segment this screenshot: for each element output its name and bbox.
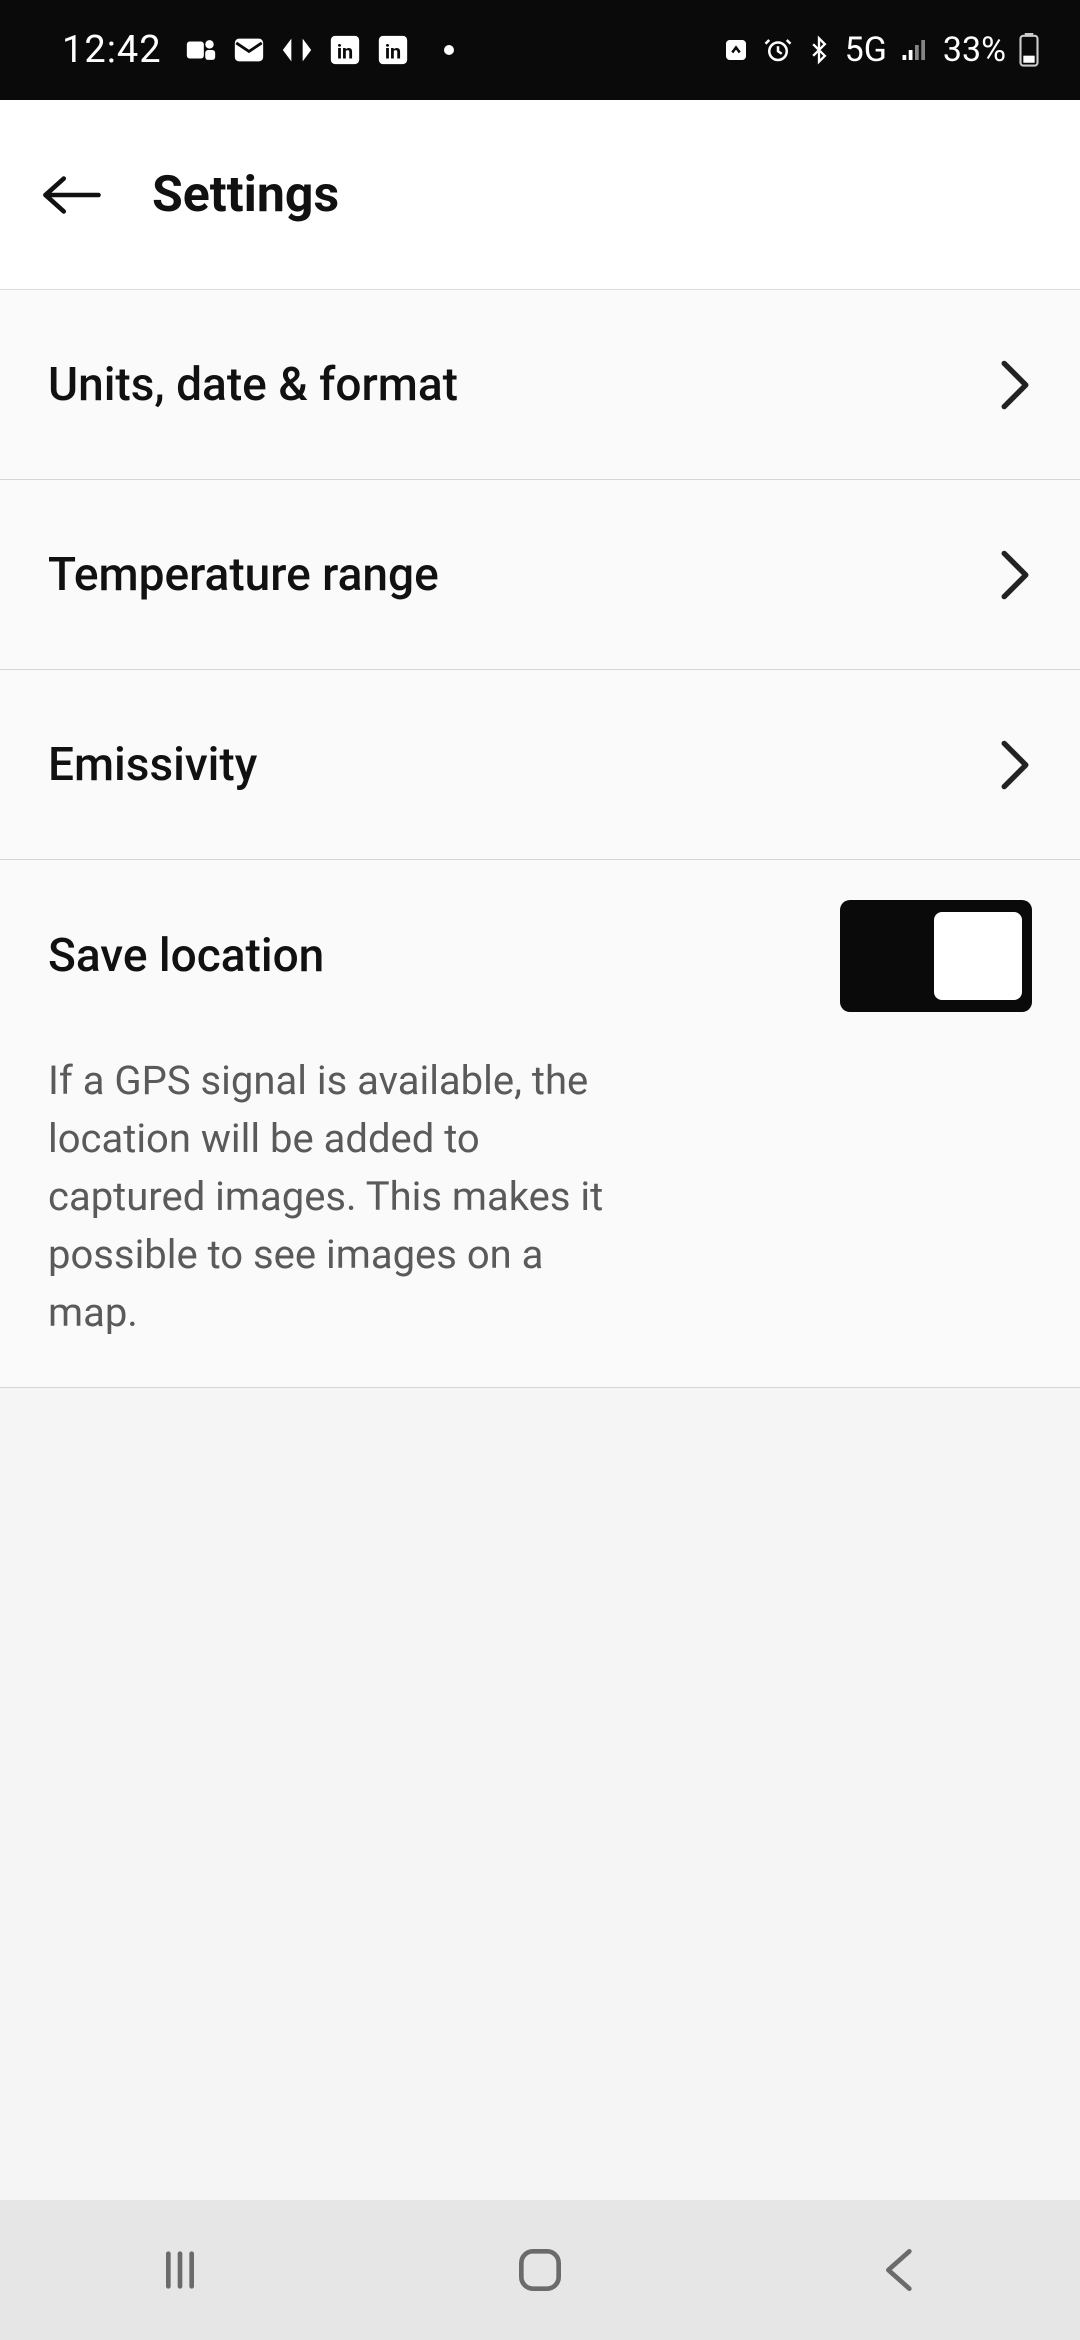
nav-back-button[interactable] xyxy=(860,2230,940,2310)
chevron-right-icon xyxy=(998,358,1032,412)
code-icon xyxy=(280,33,314,67)
teams-icon xyxy=(184,33,218,67)
row-units-date-format[interactable]: Units, date & format xyxy=(0,290,1080,480)
row-label: Emissivity xyxy=(48,738,257,792)
bluetooth-icon xyxy=(805,35,833,65)
alarm-icon xyxy=(763,35,793,65)
svg-text:in: in xyxy=(336,41,352,64)
battery-icon xyxy=(1018,33,1040,67)
row-emissivity[interactable]: Emissivity xyxy=(0,670,1080,860)
save-location-description: If a GPS signal is available, the locati… xyxy=(48,1052,628,1342)
status-bar: 12:42 in in 5G 33% xyxy=(0,0,1080,100)
system-nav-bar xyxy=(0,2200,1080,2340)
linkedin-icon-2: in xyxy=(376,33,410,67)
page-title: Settings xyxy=(152,166,339,224)
row-save-location: Save location If a GPS signal is availab… xyxy=(0,860,1080,1388)
row-label: Temperature range xyxy=(48,548,439,602)
status-left: 12:42 in in xyxy=(62,28,454,72)
signal-icon xyxy=(899,35,931,65)
arrow-left-icon xyxy=(40,171,104,219)
chevron-right-icon xyxy=(998,548,1032,602)
status-right: 5G 33% xyxy=(721,30,1040,70)
nav-recents-button[interactable] xyxy=(140,2230,220,2310)
chevron-right-icon xyxy=(998,738,1032,792)
back-icon xyxy=(872,2242,928,2298)
row-temperature-range[interactable]: Temperature range xyxy=(0,480,1080,670)
recents-icon xyxy=(152,2242,208,2298)
status-time: 12:42 xyxy=(62,28,162,72)
svg-text:in: in xyxy=(384,41,400,64)
nav-home-button[interactable] xyxy=(500,2230,580,2310)
home-icon xyxy=(512,2242,568,2298)
card-icon xyxy=(721,35,751,65)
battery-percent: 33% xyxy=(943,30,1006,70)
back-button[interactable] xyxy=(40,163,104,227)
network-type: 5G xyxy=(845,30,887,70)
settings-list: Units, date & format Temperature range E… xyxy=(0,290,1080,1388)
toggle-knob xyxy=(934,912,1022,1000)
row-label: Units, date & format xyxy=(48,358,458,412)
linkedin-icon: in xyxy=(328,33,362,67)
more-notifications-dot xyxy=(444,45,454,55)
app-header: Settings xyxy=(0,100,1080,290)
save-location-label: Save location xyxy=(48,929,324,983)
mail-icon xyxy=(232,33,266,67)
empty-area xyxy=(0,1388,1080,2340)
save-location-toggle[interactable] xyxy=(840,900,1032,1012)
